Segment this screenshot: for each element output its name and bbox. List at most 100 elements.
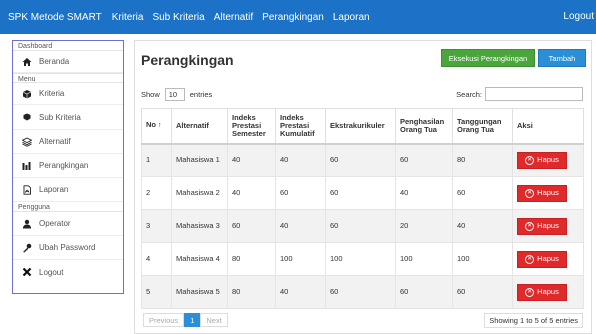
delete-label: Hapus xyxy=(537,188,559,197)
sidebar-item-sub-kriteria[interactable]: Sub Kriteria xyxy=(13,105,123,130)
cell-alternatif: Mahasiswa 4 xyxy=(171,242,228,276)
sidebar-item-label: Perangkingan xyxy=(39,161,89,170)
nav-logout[interactable]: Logout xyxy=(563,11,594,22)
sidebar-item-beranda[interactable]: Beranda xyxy=(13,51,123,73)
cell-aksi: ✕ Hapus xyxy=(512,242,584,276)
cell-aksi: ✕ Hapus xyxy=(512,176,584,210)
cell-alternatif: Mahasiswa 1 xyxy=(171,143,228,177)
column-header-tanggungan[interactable]: Tanggungan Orang Tua xyxy=(452,108,513,145)
cell-ekstrakurikuler: 100 xyxy=(325,242,396,276)
pagination-next[interactable]: Next xyxy=(200,313,228,327)
cell-tanggungan: 80 xyxy=(452,143,513,177)
cell-ips: 40 xyxy=(227,176,276,210)
close-icon xyxy=(21,266,33,278)
table-row: 4 Mahasiswa 4 80 100 100 100 100 ✕ Hapus xyxy=(141,242,584,276)
close-circle-icon: ✕ xyxy=(525,254,535,264)
column-header-no[interactable]: No ↑ xyxy=(141,108,172,145)
sidebar-item-ubah-password[interactable]: Ubah Password xyxy=(13,236,123,260)
column-header-alternatif[interactable]: Alternatif xyxy=(171,108,228,145)
column-header-ips[interactable]: Indeks Prestasi Semester xyxy=(227,108,276,145)
cubes-icon xyxy=(21,111,33,123)
sidebar-item-label: Logout xyxy=(39,267,64,277)
nav-laporan[interactable]: Laporan xyxy=(333,12,370,23)
add-button[interactable]: Tambah xyxy=(538,49,586,67)
column-header-penghasilan[interactable]: Penghasilan Orang Tua xyxy=(395,108,453,145)
column-header-label: No xyxy=(146,120,156,130)
home-icon xyxy=(21,56,33,68)
sort-ascending-icon: ↑ xyxy=(158,122,162,130)
cube-icon xyxy=(21,88,33,100)
cell-penghasilan: 20 xyxy=(395,209,453,243)
sidebar-item-label: Kriteria xyxy=(39,89,65,98)
cell-no: 4 xyxy=(141,242,172,276)
nav-alternatif[interactable]: Alternatif xyxy=(214,12,253,23)
nav-perangkingan[interactable]: Perangkingan xyxy=(262,12,324,23)
search-control: Search: xyxy=(456,87,583,101)
sidebar-item-label: Operator xyxy=(39,219,71,228)
layers-icon xyxy=(21,136,33,148)
cell-penghasilan: 60 xyxy=(395,143,453,177)
sidebar-item-label: Ubah Password xyxy=(39,243,96,252)
user-icon xyxy=(21,218,33,230)
sidebar-item-alternatif[interactable]: Alternatif xyxy=(13,130,123,154)
cell-alternatif: Mahasiswa 2 xyxy=(171,176,228,210)
ranking-table: No ↑ Alternatif Indeks Prestasi Semester … xyxy=(141,108,584,309)
nav-kriteria[interactable]: Kriteria xyxy=(112,12,144,23)
cell-no: 3 xyxy=(141,209,172,243)
search-input[interactable] xyxy=(485,87,583,101)
sidebar-item-logout[interactable]: Logout xyxy=(13,260,123,284)
sidebar-item-label: Laporan xyxy=(39,185,69,194)
table-row: 2 Mahasiswa 2 40 60 60 40 60 ✕ Hapus xyxy=(141,176,584,210)
delete-button[interactable]: ✕ Hapus xyxy=(517,217,567,235)
cell-aksi: ✕ Hapus xyxy=(512,209,584,243)
sidebar-item-operator[interactable]: Operator xyxy=(13,212,123,236)
pagination-previous[interactable]: Previous xyxy=(143,313,185,327)
chart-bar-icon xyxy=(21,160,33,172)
cell-tanggungan: 100 xyxy=(452,242,513,276)
cell-ipk: 60 xyxy=(275,176,326,210)
nav-links: Kriteria Sub Kriteria Alternatif Perangk… xyxy=(112,12,370,23)
sidebar-item-label: Sub Kriteria xyxy=(39,112,81,122)
cell-ekstrakurikuler: 60 xyxy=(325,176,396,210)
entries-length-control: Show 10 entries xyxy=(141,88,212,101)
delete-button[interactable]: ✕ Hapus xyxy=(517,283,567,301)
cell-ipk: 40 xyxy=(275,275,326,309)
cell-ekstrakurikuler: 60 xyxy=(325,143,396,177)
column-header-ekstrakurikuler[interactable]: Ekstrakurikuler xyxy=(325,108,396,145)
key-icon xyxy=(21,242,33,254)
execute-ranking-button[interactable]: Eksekusi Perangkingan xyxy=(441,49,535,67)
cell-ips: 80 xyxy=(227,275,276,309)
close-circle-icon: ✕ xyxy=(525,287,535,297)
sidebar-item-perangkingan[interactable]: Perangkingan xyxy=(13,154,123,178)
sidebar-item-kriteria[interactable]: Kriteria xyxy=(13,83,123,105)
sidebar-item-laporan[interactable]: Laporan xyxy=(13,178,123,202)
cell-aksi: ✕ Hapus xyxy=(512,275,584,309)
entries-select[interactable]: 10 xyxy=(164,88,185,101)
delete-label: Hapus xyxy=(537,254,559,263)
nav-sub-kriteria[interactable]: Sub Kriteria xyxy=(152,12,204,23)
delete-label: Hapus xyxy=(537,155,559,165)
cell-no: 1 xyxy=(141,143,172,177)
pagination-page-1[interactable]: 1 xyxy=(184,313,201,327)
sidebar-section-dashboard: Dashboard xyxy=(13,41,123,51)
column-header-aksi[interactable]: Aksi xyxy=(512,108,584,145)
table-body: 1 Mahasiswa 1 40 40 60 60 80 ✕ Hapus 2 Ma… xyxy=(141,143,584,309)
brand[interactable]: SPK Metode SMART xyxy=(0,12,112,23)
pagination: Previous 1 Next xyxy=(143,313,228,327)
column-header-ipk[interactable]: Indeks Prestasi Kumulatif xyxy=(275,108,326,145)
delete-button[interactable]: ✕ Hapus xyxy=(517,250,567,268)
cell-ips: 80 xyxy=(227,242,276,276)
file-pdf-icon xyxy=(21,184,33,196)
delete-label: Hapus xyxy=(537,287,559,296)
cell-tanggungan: 60 xyxy=(452,176,513,210)
show-label: Show xyxy=(141,90,160,99)
delete-button[interactable]: ✕ Hapus xyxy=(517,184,567,202)
close-circle-icon: ✕ xyxy=(525,188,535,198)
cell-ipk: 40 xyxy=(275,209,326,243)
entries-label: entries xyxy=(189,90,213,99)
cell-alternatif: Mahasiswa 5 xyxy=(171,275,228,309)
sidebar-item-label: Alternatif xyxy=(39,137,71,146)
cell-ipk: 40 xyxy=(275,143,326,177)
delete-button[interactable]: ✕ Hapus xyxy=(517,151,567,169)
delete-label: Hapus xyxy=(537,221,559,230)
